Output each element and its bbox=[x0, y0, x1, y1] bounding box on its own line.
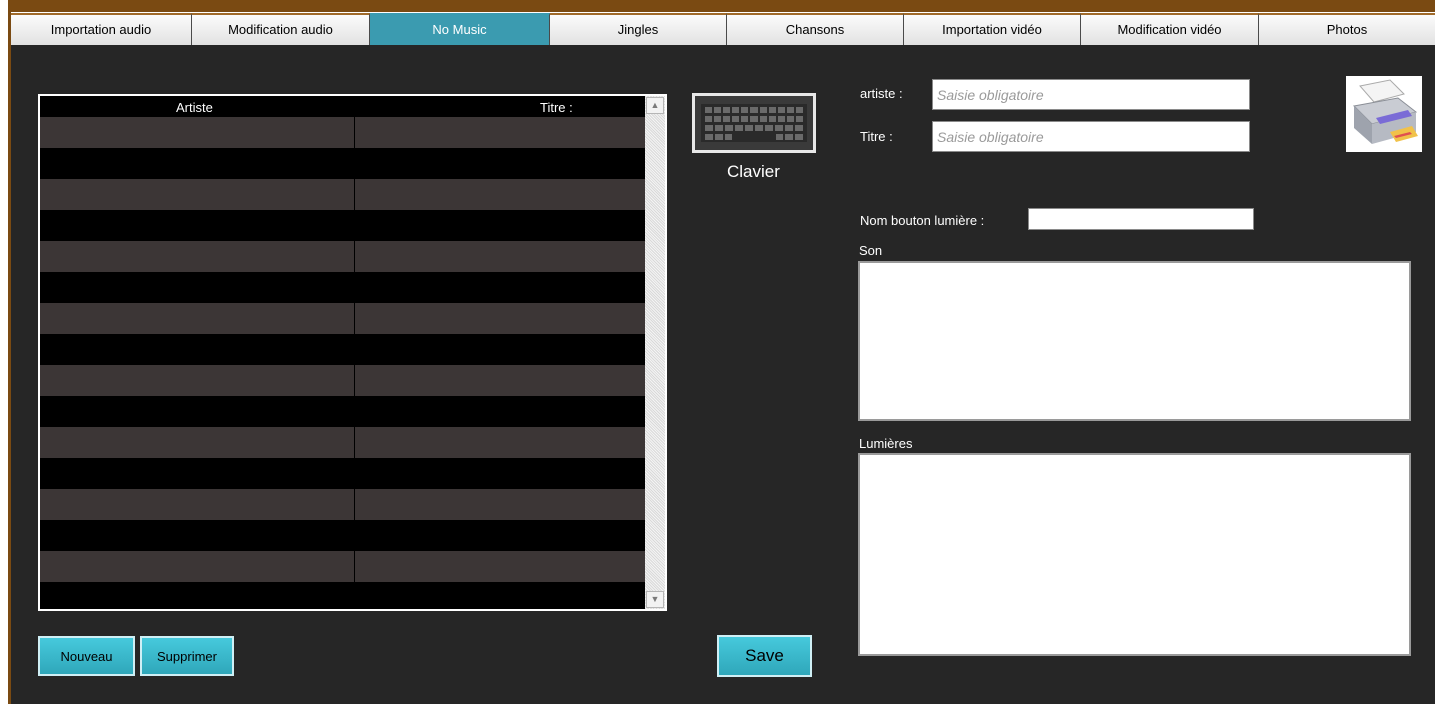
cell-titre[interactable] bbox=[355, 551, 645, 582]
tab-modification-video[interactable]: Modification vidéo bbox=[1081, 13, 1259, 45]
save-button[interactable]: Save bbox=[717, 635, 812, 677]
cell-titre[interactable] bbox=[355, 520, 645, 551]
cell-titre[interactable] bbox=[355, 582, 645, 609]
cell-titre[interactable] bbox=[355, 179, 645, 210]
songs-table[interactable]: Artiste Titre : ▲ ▼ bbox=[38, 94, 667, 611]
table-row[interactable] bbox=[40, 117, 645, 148]
table-row[interactable] bbox=[40, 520, 645, 551]
table-body bbox=[40, 117, 645, 609]
table-row[interactable] bbox=[40, 551, 645, 582]
table-row[interactable] bbox=[40, 303, 645, 334]
keyboard-icon bbox=[701, 104, 807, 142]
artiste-label: artiste : bbox=[860, 86, 903, 101]
son-textarea[interactable] bbox=[858, 261, 1411, 421]
cell-titre[interactable] bbox=[355, 117, 645, 148]
light-button-name-input[interactable] bbox=[1028, 208, 1254, 230]
light-button-label: Nom bouton lumière : bbox=[860, 213, 985, 228]
titre-input[interactable] bbox=[932, 121, 1250, 152]
cell-artiste[interactable] bbox=[40, 334, 355, 365]
cell-titre[interactable] bbox=[355, 334, 645, 365]
cell-artiste[interactable] bbox=[40, 551, 355, 582]
artiste-input[interactable] bbox=[932, 79, 1250, 110]
tab-no-music[interactable]: No Music bbox=[370, 13, 550, 45]
column-header-artiste[interactable]: Artiste bbox=[176, 100, 213, 115]
cell-artiste[interactable] bbox=[40, 179, 355, 210]
tab-importation-video[interactable]: Importation vidéo bbox=[904, 13, 1081, 45]
cell-titre[interactable] bbox=[355, 489, 645, 520]
lumieres-textarea[interactable] bbox=[858, 453, 1411, 656]
column-header-titre[interactable]: Titre : bbox=[540, 100, 573, 115]
table-row[interactable] bbox=[40, 365, 645, 396]
cell-artiste[interactable] bbox=[40, 427, 355, 458]
arrow-up-icon[interactable]: ▲ bbox=[646, 97, 664, 114]
cell-artiste[interactable] bbox=[40, 272, 355, 303]
table-row[interactable] bbox=[40, 148, 645, 179]
cell-titre[interactable] bbox=[355, 427, 645, 458]
lumieres-label: Lumières bbox=[859, 436, 913, 451]
table-row[interactable] bbox=[40, 272, 645, 303]
cell-titre[interactable] bbox=[355, 241, 645, 272]
cell-titre[interactable] bbox=[355, 148, 645, 179]
cell-artiste[interactable] bbox=[40, 303, 355, 334]
window-frame-top bbox=[8, 0, 1435, 12]
table-row[interactable] bbox=[40, 241, 645, 272]
table-row[interactable] bbox=[40, 396, 645, 427]
table-header: Artiste Titre : bbox=[40, 96, 645, 117]
cell-titre[interactable] bbox=[355, 272, 645, 303]
tab-importation-audio[interactable]: Importation audio bbox=[11, 13, 192, 45]
keyboard-label: Clavier bbox=[727, 162, 780, 181]
table-row[interactable] bbox=[40, 582, 645, 609]
son-label: Son bbox=[859, 243, 883, 258]
tab-chansons[interactable]: Chansons bbox=[727, 13, 904, 45]
table-row[interactable] bbox=[40, 210, 645, 241]
supprimer-button[interactable]: Supprimer bbox=[140, 636, 234, 676]
tab-modification-audio[interactable]: Modification audio bbox=[192, 13, 370, 45]
printer-icon bbox=[1352, 79, 1418, 144]
cell-artiste[interactable] bbox=[40, 520, 355, 551]
keyboard-button[interactable] bbox=[692, 93, 816, 153]
cell-titre[interactable] bbox=[355, 210, 645, 241]
table-row[interactable] bbox=[40, 427, 645, 458]
cell-titre[interactable] bbox=[355, 365, 645, 396]
tab-jingles[interactable]: Jingles bbox=[550, 13, 727, 45]
tab-photos[interactable]: Photos bbox=[1259, 13, 1435, 45]
vertical-scrollbar[interactable]: ▲ ▼ bbox=[645, 96, 665, 609]
cell-artiste[interactable] bbox=[40, 489, 355, 520]
nouveau-button[interactable]: Nouveau bbox=[38, 636, 135, 676]
window-edge bbox=[0, 0, 8, 704]
cell-artiste[interactable] bbox=[40, 117, 355, 148]
cell-artiste[interactable] bbox=[40, 458, 355, 489]
cell-titre[interactable] bbox=[355, 458, 645, 489]
cell-artiste[interactable] bbox=[40, 365, 355, 396]
cell-artiste[interactable] bbox=[40, 241, 355, 272]
titre-label: Titre : bbox=[860, 129, 893, 144]
cell-artiste[interactable] bbox=[40, 582, 355, 609]
cell-artiste[interactable] bbox=[40, 396, 355, 427]
cell-titre[interactable] bbox=[355, 303, 645, 334]
cell-titre[interactable] bbox=[355, 396, 645, 427]
arrow-down-icon[interactable]: ▼ bbox=[646, 591, 664, 608]
table-row[interactable] bbox=[40, 334, 645, 365]
cell-artiste[interactable] bbox=[40, 210, 355, 241]
table-row[interactable] bbox=[40, 458, 645, 489]
print-button[interactable] bbox=[1346, 76, 1422, 152]
tab-bar: Importation audio Modification audio No … bbox=[11, 13, 1435, 45]
table-row[interactable] bbox=[40, 489, 645, 520]
table-row[interactable] bbox=[40, 179, 645, 210]
cell-artiste[interactable] bbox=[40, 148, 355, 179]
